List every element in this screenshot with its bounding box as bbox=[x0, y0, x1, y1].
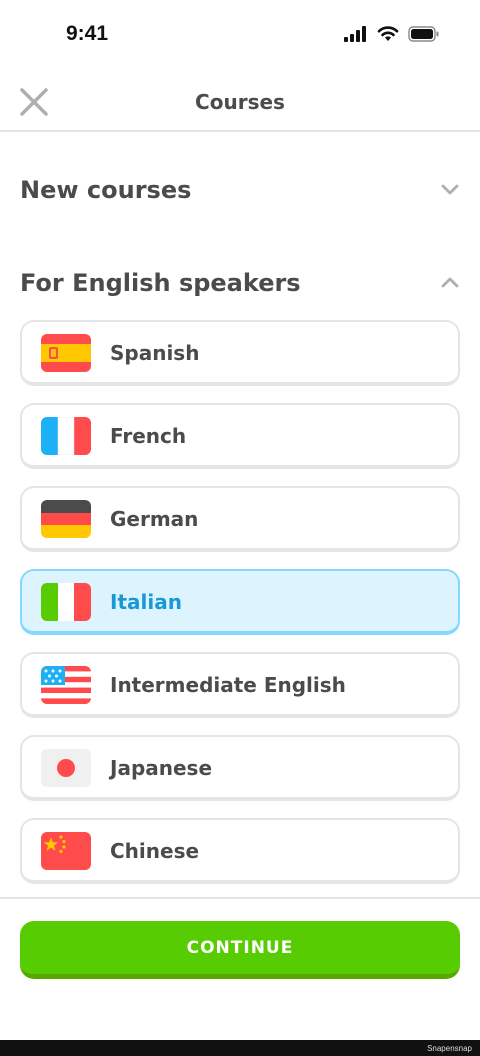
france-flag-icon bbox=[41, 417, 91, 455]
section-title-english-speakers: For English speakers bbox=[20, 269, 301, 297]
course-label: German bbox=[110, 507, 199, 531]
section-new-courses[interactable]: New courses bbox=[20, 170, 460, 210]
footer: CONTINUE bbox=[0, 897, 480, 1040]
course-card-german[interactable]: German bbox=[20, 486, 460, 552]
section-title-new-courses: New courses bbox=[20, 176, 192, 204]
continue-button[interactable]: CONTINUE bbox=[20, 921, 460, 979]
germany-flag-icon bbox=[41, 500, 91, 538]
course-card-chinese[interactable]: Chinese bbox=[20, 818, 460, 884]
course-label: Japanese bbox=[110, 756, 213, 780]
status-icons bbox=[344, 26, 440, 46]
battery-icon bbox=[408, 26, 440, 46]
status-time: 9:41 bbox=[66, 22, 109, 45]
course-card-intermediate-english[interactable]: Intermediate English bbox=[20, 652, 460, 718]
course-card-japanese[interactable]: Japanese bbox=[20, 735, 460, 801]
watermark: Snapensnap bbox=[427, 1044, 472, 1053]
courses-screen: 9:41 Courses New courses For English spe… bbox=[0, 0, 480, 1056]
chevron-down-icon bbox=[441, 184, 459, 195]
course-card-italian[interactable]: Italian bbox=[20, 569, 460, 635]
italy-flag-icon bbox=[41, 583, 91, 621]
wifi-icon bbox=[377, 26, 399, 46]
header: Courses bbox=[0, 70, 480, 132]
course-label: Intermediate English bbox=[110, 673, 346, 697]
bottom-strip bbox=[0, 1040, 480, 1056]
page-title: Courses bbox=[195, 90, 285, 114]
course-list: Spanish French German Italian Intermedia… bbox=[20, 320, 460, 901]
course-card-spanish[interactable]: Spanish bbox=[20, 320, 460, 386]
continue-label: CONTINUE bbox=[186, 937, 294, 958]
course-label: Chinese bbox=[110, 839, 200, 863]
chevron-up-icon bbox=[441, 277, 459, 288]
course-label: Spanish bbox=[110, 341, 200, 365]
spain-flag-icon bbox=[41, 334, 91, 372]
course-label: Italian bbox=[110, 590, 182, 614]
course-label: French bbox=[110, 424, 187, 448]
course-card-french[interactable]: French bbox=[20, 403, 460, 469]
section-english-speakers[interactable]: For English speakers bbox=[20, 263, 460, 303]
status-bar: 9:41 bbox=[0, 0, 480, 70]
china-flag-icon bbox=[41, 832, 91, 870]
japan-flag-icon bbox=[41, 749, 91, 787]
signal-icon bbox=[344, 26, 368, 46]
usa-flag-icon bbox=[41, 666, 91, 704]
